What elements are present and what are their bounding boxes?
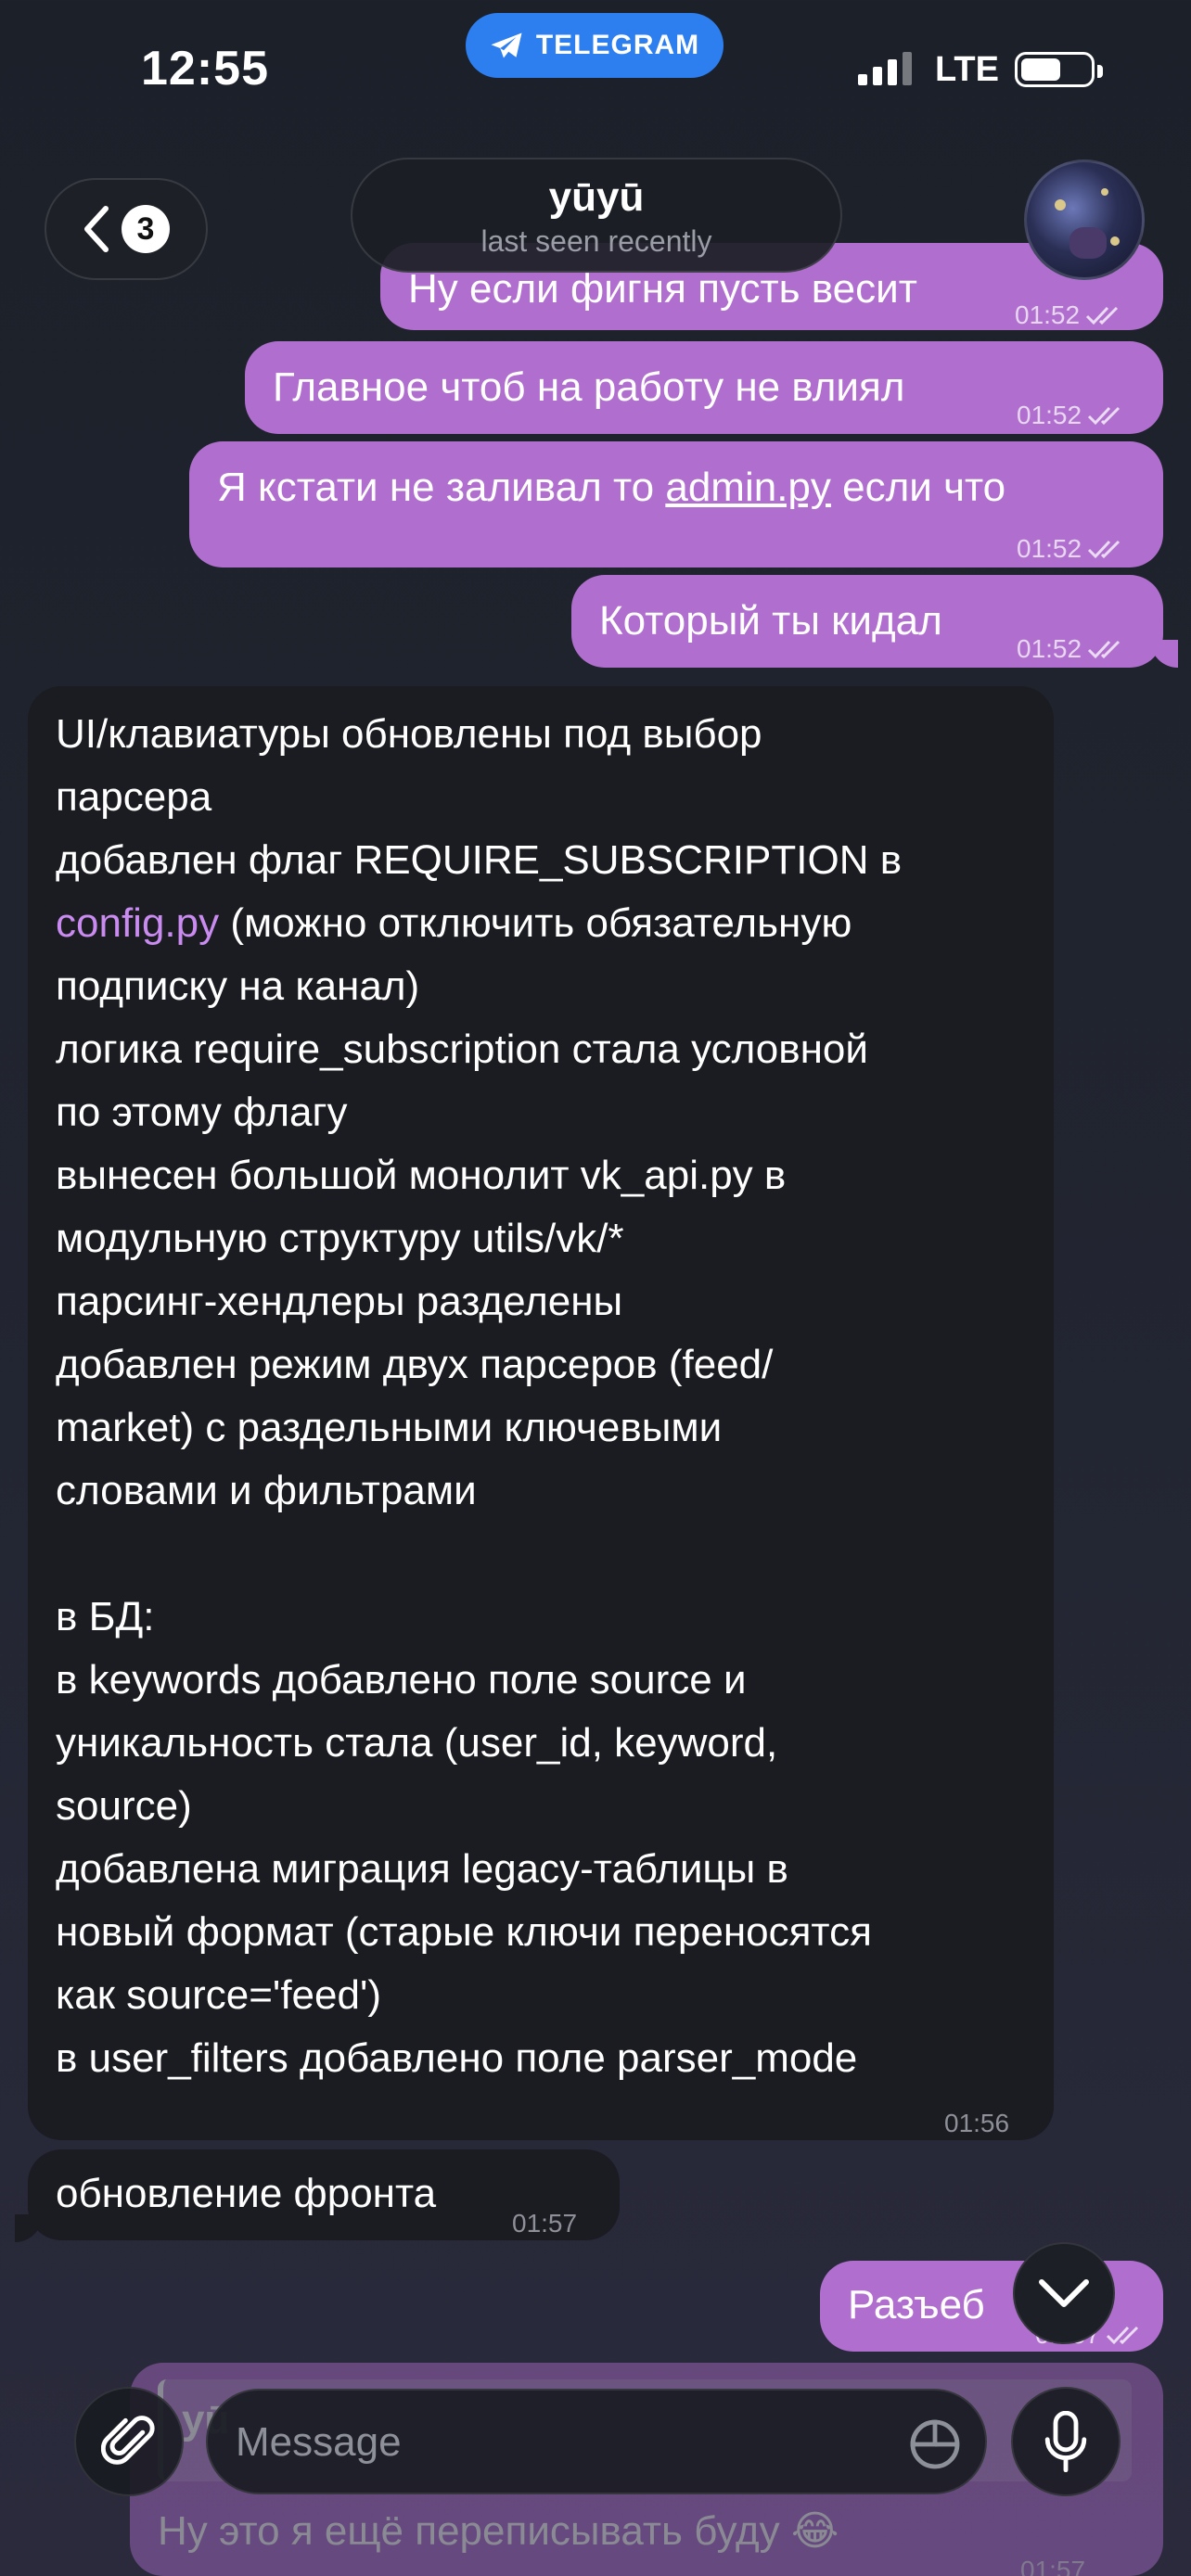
message-time: 01:52 [1017,401,1082,429]
status-bar: 12:55 TELEGRAM LTE [0,0,1191,139]
paperclip-icon [101,2416,155,2465]
message-text: Ну это я ещё переписывать буду 😂 [158,2508,839,2554]
telegram-pill-label: TELEGRAM [535,30,700,60]
chat-title[interactable]: yūyū last seen recently [351,158,842,273]
message-incoming[interactable]: UI/клавиатуры обновлены под выбор парсер… [28,686,1054,2140]
message-link[interactable]: admin.py [665,465,831,510]
message-time: 01:52 [1017,534,1082,563]
message-time: 01:57 [1020,2556,1086,2576]
message-text: Разъеб [848,2282,985,2327]
contact-status: last seen recently [480,224,712,258]
status-time: 12:55 [141,42,269,96]
chat-screen: 12:55 TELEGRAM LTE 3 yūyū last seen rece… [0,0,1191,2576]
message-input-container[interactable] [206,2389,987,2494]
message-time: 01:56 [944,2109,1010,2137]
microphone-icon [1044,2411,1087,2472]
message-text: Я кстати не заливал то admin.py если что [217,465,1006,510]
battery-icon [1015,52,1103,87]
unread-badge: 3 [122,205,170,253]
double-check-icon [1088,540,1121,559]
message-text: Который ты кидал [599,598,942,644]
double-check-icon [1088,406,1121,426]
scroll-down-button[interactable] [1013,2242,1115,2344]
back-button[interactable]: 3 [45,178,208,280]
message-incoming[interactable]: обновление фронта 01:57 [28,2149,620,2240]
message-text: UI/клавиатуры обновлены под выбор парсер… [56,711,903,2081]
sticker-icon[interactable] [909,2418,961,2470]
bubble-tail [1150,640,1178,668]
message-outgoing[interactable]: Главное чтоб на работу не влиял 01:52 [245,341,1163,434]
telegram-pill[interactable]: TELEGRAM [466,13,724,78]
message-outgoing[interactable]: Который ты кидал 01:52 [571,575,1163,668]
network-label: LTE [935,50,999,89]
microphone-button[interactable] [1011,2387,1121,2496]
telegram-icon [491,32,522,58]
message-time: 01:57 [512,2209,578,2238]
avatar[interactable] [1024,159,1145,280]
message-text: Главное чтоб на работу не влиял [273,364,905,410]
signal-icon [858,48,912,85]
chevron-down-icon [1039,2279,1089,2307]
bubble-tail [15,2214,43,2242]
message-time: 01:52 [1015,300,1081,329]
double-check-icon [1086,306,1119,325]
message-link[interactable]: config.py [56,900,219,946]
back-chevron-icon [84,206,109,252]
message-outgoing[interactable]: Я кстати не заливал то admin.py если что… [189,441,1163,567]
message-time: 01:52 [1017,634,1082,663]
message-input[interactable] [236,2415,885,2470]
contact-name: yūyū [548,174,645,220]
message-text: обновление фронта [56,2171,437,2216]
double-check-icon [1107,2326,1139,2345]
attach-button[interactable] [74,2387,184,2496]
double-check-icon [1088,640,1121,659]
